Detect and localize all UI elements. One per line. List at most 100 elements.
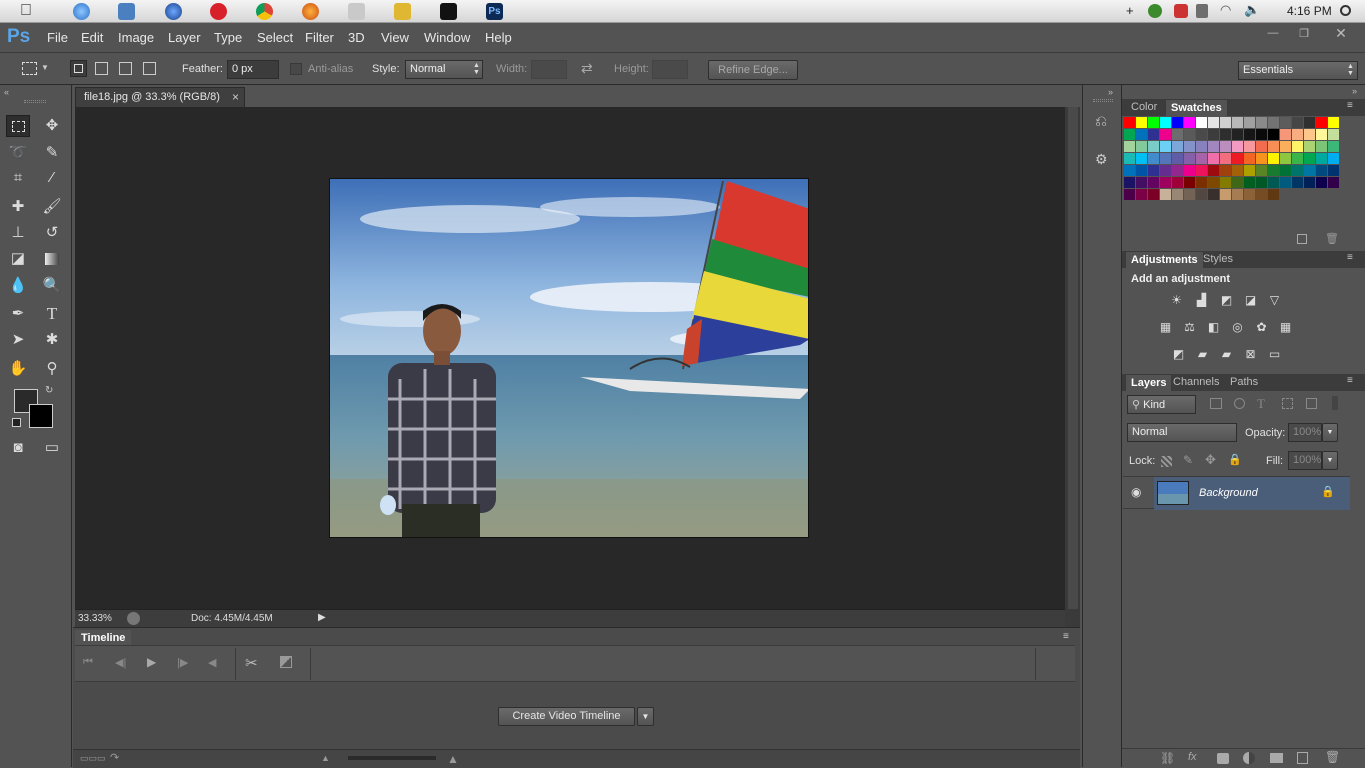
color-swatch[interactable]: [1184, 177, 1195, 188]
next-frame-icon[interactable]: |▶: [177, 656, 188, 669]
color-swatch[interactable]: [1268, 117, 1279, 128]
color-swatch[interactable]: [1124, 165, 1135, 176]
color-swatch[interactable]: [1232, 165, 1243, 176]
color-swatch[interactable]: [1136, 177, 1147, 188]
split-scissors-icon[interactable]: ✂: [245, 654, 258, 672]
color-swatch[interactable]: [1256, 177, 1267, 188]
menu-image[interactable]: Image: [118, 30, 154, 45]
create-video-timeline-button[interactable]: Create Video Timeline: [498, 707, 635, 726]
color-lookup-icon[interactable]: ▦: [1277, 320, 1294, 334]
color-swatch[interactable]: [1160, 165, 1171, 176]
network-globe-icon[interactable]: [1148, 4, 1162, 18]
timeline-dropdown-icon[interactable]: ▼: [637, 707, 654, 726]
menu-type[interactable]: Type: [214, 30, 242, 45]
tab-color[interactable]: Color: [1126, 99, 1162, 116]
color-swatch[interactable]: [1304, 117, 1315, 128]
color-swatch[interactable]: [1172, 165, 1183, 176]
color-swatch[interactable]: [1268, 177, 1279, 188]
default-colors-icon[interactable]: [12, 418, 21, 427]
color-swatch[interactable]: [1304, 165, 1315, 176]
color-swatch[interactable]: [1244, 177, 1255, 188]
panel-grip[interactable]: [1093, 99, 1113, 102]
color-swatch[interactable]: [1232, 141, 1243, 152]
no-entry-icon[interactable]: [1174, 4, 1188, 18]
color-swatch[interactable]: [1232, 129, 1243, 140]
fill-input[interactable]: 100%: [1288, 451, 1322, 470]
menu-layer[interactable]: Layer: [168, 30, 201, 45]
transition-icon[interactable]: [280, 656, 292, 668]
background-color-swatch[interactable]: [29, 404, 53, 428]
color-swatch[interactable]: [1232, 153, 1243, 164]
tab-adjustments[interactable]: Adjustments: [1125, 251, 1204, 268]
menu-help[interactable]: Help: [485, 30, 512, 45]
color-swatch[interactable]: [1220, 129, 1231, 140]
color-swatch[interactable]: [1208, 141, 1219, 152]
color-swatch[interactable]: [1328, 141, 1339, 152]
color-swatch[interactable]: [1148, 153, 1159, 164]
volume-icon[interactable]: 🔈: [1244, 2, 1260, 18]
color-swatch[interactable]: [1196, 165, 1207, 176]
layer-style-icon[interactable]: fx: [1188, 751, 1197, 763]
color-swatch[interactable]: [1208, 165, 1219, 176]
history-brush-tool-icon[interactable]: ↺: [40, 222, 64, 244]
color-swatch[interactable]: [1316, 165, 1327, 176]
color-swatch[interactable]: [1148, 129, 1159, 140]
terminal-icon[interactable]: [440, 3, 457, 20]
color-swatch[interactable]: [1148, 177, 1159, 188]
color-swatch[interactable]: [1208, 189, 1219, 200]
panel-grip[interactable]: [24, 100, 46, 103]
scrollbar-thumb[interactable]: [1068, 107, 1078, 609]
color-swatch[interactable]: [1244, 189, 1255, 200]
color-swatch[interactable]: [1160, 129, 1171, 140]
zoom-slider[interactable]: [348, 756, 436, 760]
color-swatch[interactable]: [1316, 153, 1327, 164]
filter-adjustment-icon[interactable]: [1234, 398, 1245, 409]
color-swatch[interactable]: [1160, 117, 1171, 128]
color-swatch[interactable]: [1256, 153, 1267, 164]
firefox-icon[interactable]: [302, 3, 319, 20]
color-swatch[interactable]: [1268, 129, 1279, 140]
delete-layer-icon[interactable]: 🗑: [1325, 750, 1340, 764]
chrome-icon[interactable]: [256, 3, 273, 20]
tab-paths[interactable]: Paths: [1225, 374, 1263, 391]
color-swatch[interactable]: [1148, 165, 1159, 176]
menu-filter[interactable]: Filter: [305, 30, 334, 45]
brush-tool-icon[interactable]: 🖌: [40, 196, 64, 218]
color-swatch[interactable]: [1148, 141, 1159, 152]
eraser-tool-icon[interactable]: ◪: [6, 248, 30, 270]
color-swatch[interactable]: [1220, 153, 1231, 164]
fill-dropdown-icon[interactable]: ▼: [1322, 451, 1338, 470]
color-swatch[interactable]: [1316, 177, 1327, 188]
color-swatch[interactable]: [1256, 141, 1267, 152]
color-swatch[interactable]: [1304, 129, 1315, 140]
height-input[interactable]: [652, 60, 688, 79]
invert-icon[interactable]: ◩: [1170, 347, 1187, 361]
color-swatch[interactable]: [1148, 117, 1159, 128]
blend-mode-select[interactable]: Normal: [1127, 423, 1237, 442]
tab-layers[interactable]: Layers: [1125, 374, 1173, 391]
color-swatch[interactable]: [1172, 189, 1183, 200]
color-swatch[interactable]: [1124, 129, 1135, 140]
clock[interactable]: 4:16 PM: [1287, 4, 1332, 18]
menu-file[interactable]: File: [47, 30, 68, 45]
color-swatch[interactable]: [1304, 141, 1315, 152]
canvas-area[interactable]: [75, 107, 1065, 609]
trash-icon[interactable]: 🗑: [1325, 232, 1339, 245]
lock-transparency-icon[interactable]: [1161, 456, 1172, 467]
type-tool-icon[interactable]: T: [40, 303, 64, 325]
refine-edge-button[interactable]: Refine Edge...: [708, 60, 798, 80]
color-swatch[interactable]: [1172, 117, 1183, 128]
previous-frame-icon[interactable]: ◀|: [115, 656, 126, 669]
marquee-preset-icon[interactable]: [22, 62, 37, 75]
color-swatch[interactable]: [1316, 129, 1327, 140]
color-swatch[interactable]: [1232, 117, 1243, 128]
filter-smart-object-icon[interactable]: [1306, 398, 1317, 409]
tab-swatches[interactable]: Swatches: [1165, 99, 1228, 116]
color-swatch[interactable]: [1280, 165, 1291, 176]
color-swatch[interactable]: [1328, 165, 1339, 176]
threshold-icon[interactable]: ▰: [1218, 347, 1235, 361]
layer-kind-filter[interactable]: ⚲ Kind: [1127, 395, 1196, 414]
shield-icon[interactable]: [1196, 4, 1208, 18]
color-swatch[interactable]: [1244, 165, 1255, 176]
add-selection-icon[interactable]: [95, 62, 108, 75]
